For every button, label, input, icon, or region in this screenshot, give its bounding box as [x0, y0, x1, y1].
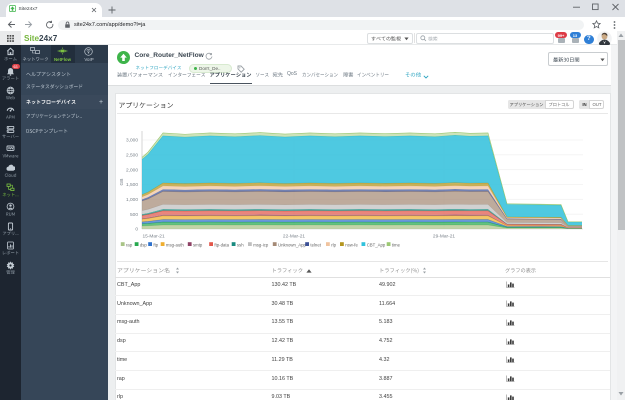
svg-text:msg-auth: msg-auth [166, 242, 185, 247]
svg-text:CBT_App: CBT_App [367, 242, 386, 247]
svg-text:GB: GB [119, 179, 125, 186]
svg-text:15-Mar-21: 15-Mar-21 [143, 234, 165, 240]
svg-text:500: 500 [130, 212, 138, 218]
svg-text:ftp-data: ftp-data [214, 242, 229, 247]
svg-text:1,000: 1,000 [126, 197, 138, 203]
svg-text:29-Mar-21: 29-Mar-21 [433, 234, 455, 240]
svg-text:smtp: smtp [193, 242, 203, 247]
svg-text:time: time [392, 242, 401, 247]
svg-text:nsw-fe: nsw-fe [345, 242, 358, 247]
svg-text:ftp: ftp [153, 242, 158, 247]
svg-text:3,000: 3,000 [126, 138, 138, 144]
svg-text:1,500: 1,500 [126, 182, 138, 188]
svg-text:2,500: 2,500 [126, 152, 138, 158]
svg-text:ssh: ssh [237, 242, 244, 247]
svg-text:msg-icp: msg-icp [253, 242, 269, 247]
svg-text:rlp: rlp [331, 242, 336, 247]
svg-text:telnet: telnet [310, 242, 321, 247]
svg-text:Unknown_App: Unknown_App [278, 242, 307, 247]
svg-text:rap: rap [126, 242, 133, 247]
svg-text:dsp: dsp [140, 242, 148, 247]
svg-text:0: 0 [135, 227, 138, 233]
svg-text:2,000: 2,000 [126, 167, 138, 173]
svg-text:22-Mar-21: 22-Mar-21 [283, 234, 305, 240]
